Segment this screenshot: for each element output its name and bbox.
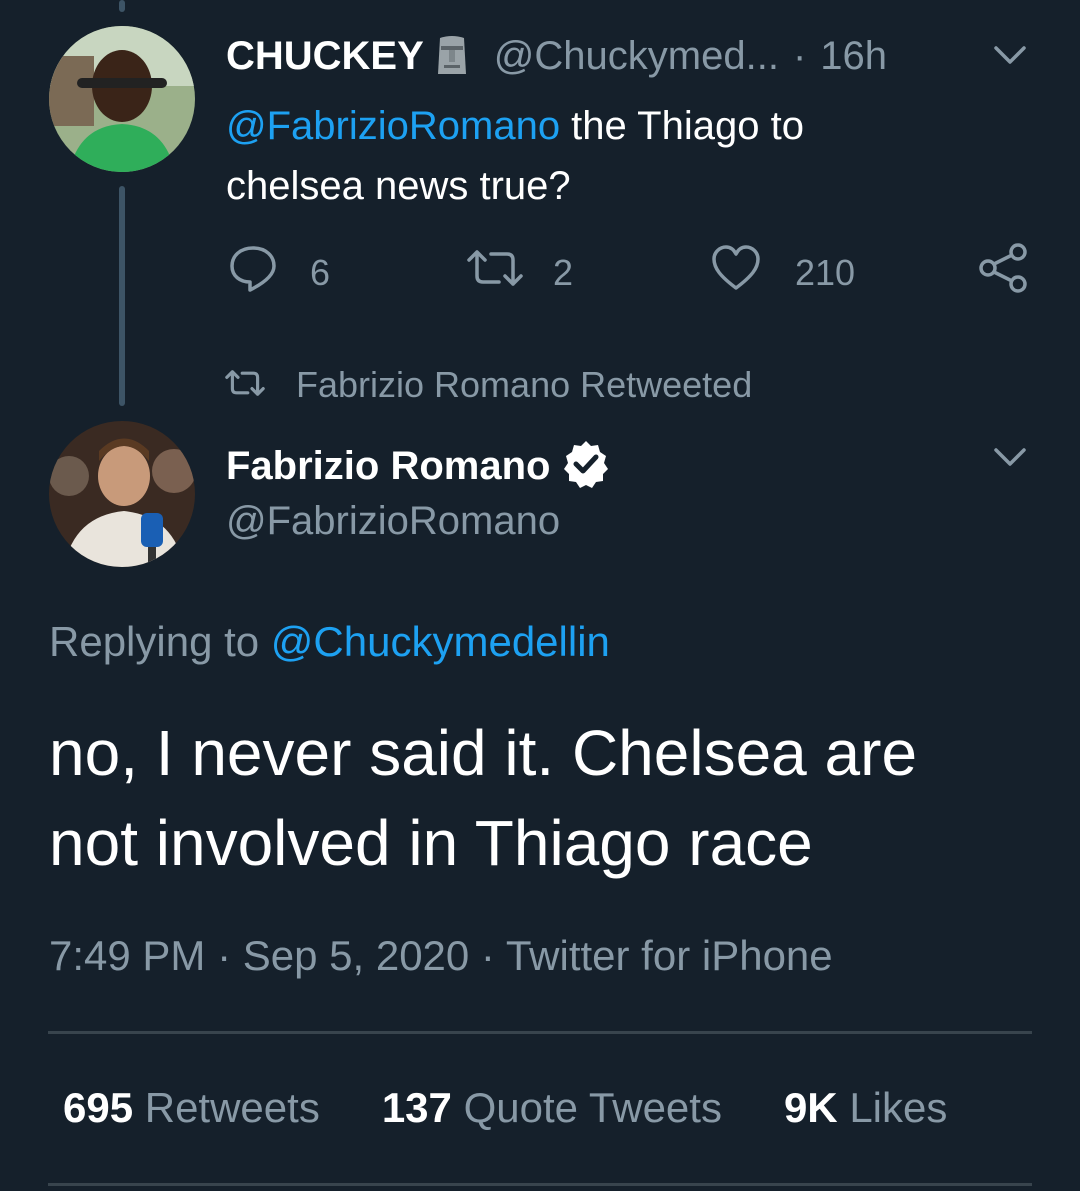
replying-to-link[interactable]: @Chuckymedellin — [271, 618, 610, 665]
verified-badge-icon — [560, 438, 612, 495]
likes-count: 9K — [783, 1084, 838, 1131]
retweet-button[interactable]: 2 — [465, 244, 573, 301]
thread-line-top — [119, 0, 125, 12]
author-handle[interactable]: @FabrizioRomano — [226, 499, 560, 544]
main-text-line1: no, I never said it. Chelsea are — [49, 717, 918, 789]
likes-stat[interactable]: 9K Likes — [784, 1084, 947, 1132]
reply-time[interactable]: 16h — [820, 34, 887, 79]
retweets-stat[interactable]: 695 Retweets — [63, 1084, 320, 1132]
thread-line — [119, 186, 125, 406]
retweet-icon — [465, 244, 525, 301]
reply-count: 6 — [310, 251, 331, 293]
author-display-name[interactable]: Fabrizio Romano — [226, 444, 550, 489]
reply-handle[interactable]: @Chuckymed... — [494, 34, 779, 79]
quotes-label: Quote Tweets — [451, 1084, 722, 1131]
moai-emoji-icon — [432, 34, 472, 83]
retweet-notice[interactable]: Fabrizio Romano Retweeted — [296, 364, 752, 406]
replying-to-label: Replying to — [49, 618, 271, 665]
tweet-meta[interactable]: 7:49 PM · Sep 5, 2020 · Twitter for iPho… — [49, 932, 833, 980]
replying-to: Replying to @Chuckymedellin — [49, 618, 610, 666]
retweeted-icon — [224, 365, 266, 406]
reply-tweet-text: @FabrizioRomano the Thiago to chelsea ne… — [226, 96, 986, 216]
retweets-count: 695 — [63, 1084, 134, 1131]
quote-tweets-stat[interactable]: 137 Quote Tweets — [382, 1084, 722, 1132]
mention-link[interactable]: @FabrizioRomano — [226, 104, 560, 148]
avatar-fabrizio[interactable] — [49, 421, 195, 567]
main-text-line2: not involved in Thiago race — [49, 807, 813, 879]
reply-text-line2: chelsea news true? — [226, 164, 571, 208]
retweet-count: 2 — [553, 251, 574, 293]
chevron-down-icon[interactable] — [990, 40, 1030, 75]
quotes-count: 137 — [381, 1084, 452, 1131]
reply-button[interactable]: 6 — [228, 244, 330, 301]
like-button[interactable]: 210 — [710, 244, 855, 301]
reply-text-line1: the Thiago to — [560, 104, 804, 148]
divider-bottom — [48, 1183, 1032, 1186]
heart-icon — [710, 244, 762, 301]
time-separator: · — [792, 34, 807, 78]
like-count: 210 — [795, 251, 856, 293]
likes-label: Likes — [837, 1084, 948, 1131]
divider-top — [48, 1031, 1032, 1034]
comment-icon — [228, 244, 278, 301]
main-tweet-text: no, I never said it. Chelsea are not inv… — [49, 708, 1049, 888]
retweets-label: Retweets — [133, 1084, 320, 1131]
share-icon[interactable] — [978, 242, 1030, 299]
avatar-chuckey[interactable] — [49, 26, 195, 172]
more-options-chevron-icon[interactable] — [990, 442, 1030, 477]
reply-display-name[interactable]: CHUCKEY — [226, 34, 424, 79]
